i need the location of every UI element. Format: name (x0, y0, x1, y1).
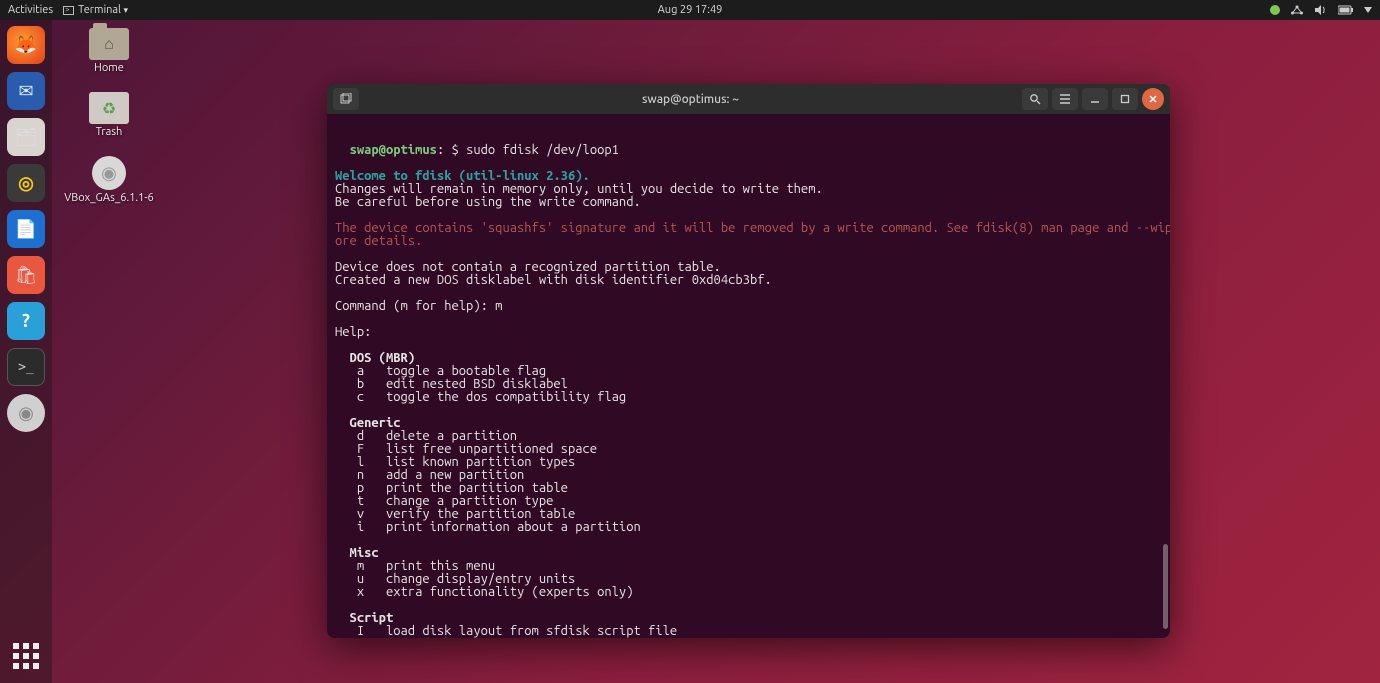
minimize-button[interactable] (1082, 88, 1108, 110)
network-icon[interactable] (1290, 4, 1304, 16)
search-button[interactable] (1022, 88, 1048, 110)
dock-files[interactable] (7, 118, 45, 156)
terminal-content[interactable]: swap@optimus: $ sudo fdisk /dev/loop1 We… (327, 114, 1170, 638)
dock-ubuntu-software[interactable] (7, 256, 45, 294)
terminal-title: swap@optimus: ~ (642, 93, 739, 106)
dock-libreoffice-writer[interactable] (7, 210, 45, 248)
terminal-titlebar[interactable]: swap@optimus: ~ (327, 84, 1170, 114)
trash-icon (89, 92, 129, 124)
clock[interactable]: Aug 29 17:49 (658, 4, 723, 16)
hamburger-menu-button[interactable] (1052, 88, 1078, 110)
app-menu[interactable]: Terminal (63, 4, 128, 16)
dock-terminal[interactable] (7, 348, 45, 386)
terminal-window: swap@optimus: ~ swap@optimus: $ sudo fdi… (327, 84, 1170, 638)
new-tab-button[interactable] (333, 88, 359, 110)
desktop-trash[interactable]: Trash (89, 92, 129, 138)
desktop-trash-label: Trash (96, 126, 123, 138)
system-menu-caret-icon[interactable] (1364, 7, 1372, 13)
home-folder-icon (89, 28, 129, 60)
dock-disc[interactable] (7, 394, 45, 432)
dock-firefox[interactable] (7, 26, 45, 64)
desktop-home[interactable]: Home (89, 28, 129, 74)
activities-button[interactable]: Activities (8, 4, 53, 16)
scrollbar-thumb[interactable] (1163, 544, 1168, 629)
dock-rhythmbox[interactable] (7, 164, 45, 202)
dock-help[interactable] (7, 302, 45, 340)
disc-icon (92, 156, 126, 190)
show-applications-button[interactable] (9, 639, 43, 673)
terminal-icon (63, 6, 74, 15)
volume-icon[interactable] (1314, 4, 1328, 16)
close-button[interactable] (1142, 88, 1164, 110)
desktop-vbox-disc[interactable]: VBox_GAs_6.1.1-6 (64, 156, 153, 204)
battery-icon[interactable] (1338, 5, 1354, 15)
desktop-home-label: Home (94, 62, 124, 74)
maximize-button[interactable] (1112, 88, 1138, 110)
dock (0, 20, 52, 683)
update-indicator-icon[interactable] (1270, 5, 1280, 15)
desktop-icons: Home Trash VBox_GAs_6.1.1-6 (64, 28, 154, 204)
gnome-topbar: Activities Terminal Aug 29 17:49 (0, 0, 1380, 20)
desktop-vbox-label: VBox_GAs_6.1.1-6 (64, 192, 153, 204)
dock-thunderbird[interactable] (7, 72, 45, 110)
